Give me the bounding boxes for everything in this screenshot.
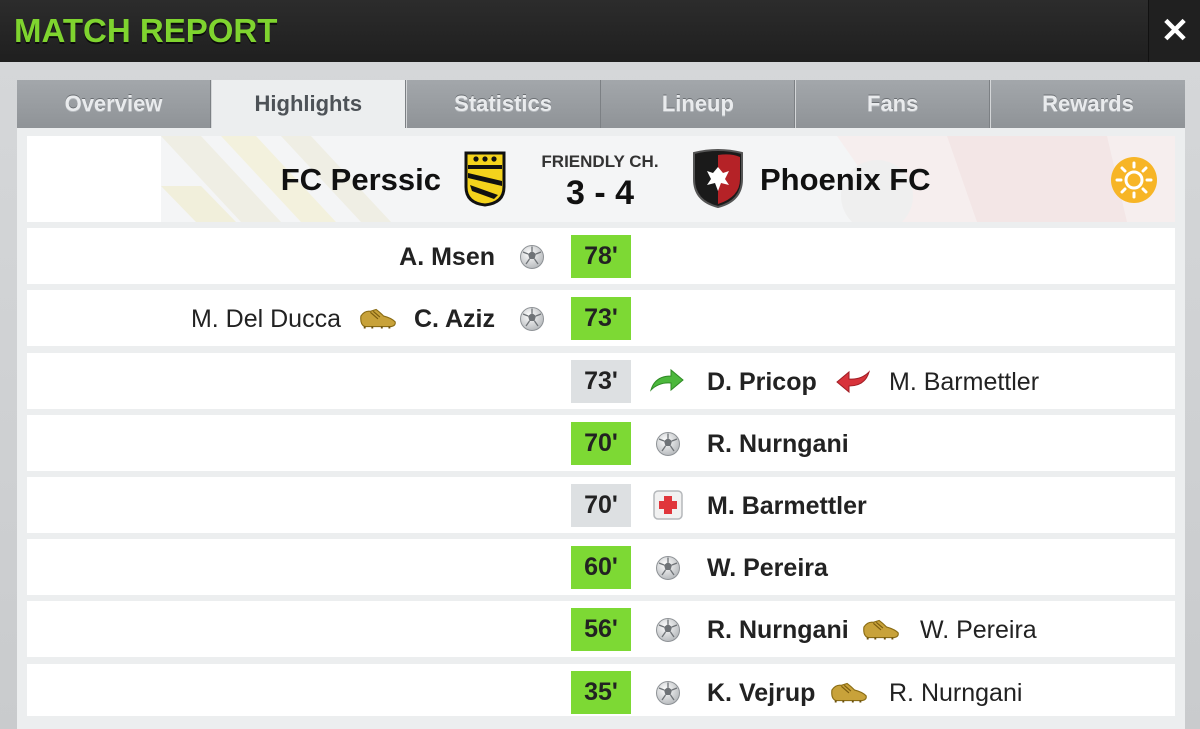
assist-player: M. Del Ducca <box>190 305 341 333</box>
title-bar: MATCH REPORT ✕ <box>0 0 1200 62</box>
injury-icon <box>653 490 683 520</box>
assist-player: R. Nurngani <box>889 679 1023 707</box>
page-title: MATCH REPORT <box>14 12 278 49</box>
injured-player: M. Barmettler <box>707 492 867 520</box>
event-minute: 35' <box>571 671 631 714</box>
home-team-logo <box>464 151 506 207</box>
event-row: 73' D. Pricop M. Barmettler <box>27 353 1175 409</box>
player-in: D. Pricop <box>707 368 817 396</box>
event-row: 56' R. Nurngani W. Pereira <box>27 601 1175 657</box>
ball-icon <box>655 555 681 581</box>
tab-lineup[interactable]: Lineup <box>601 80 796 128</box>
goal-scorer: R. Nurngani <box>707 430 849 458</box>
goal-scorer: C. Aziz <box>413 305 495 333</box>
tab-overview[interactable]: Overview <box>17 80 211 128</box>
boot-icon <box>830 680 868 704</box>
event-minute: 78' <box>571 235 631 278</box>
match-score: 3 - 4 <box>565 174 635 212</box>
event-row: 60' W. Pereira <box>27 539 1175 595</box>
close-button[interactable]: ✕ <box>1148 0 1200 62</box>
ball-icon <box>519 244 545 270</box>
goal-scorer: K. Vejrup <box>707 679 816 707</box>
assist-player: W. Pereira <box>920 616 1037 644</box>
ball-icon <box>655 680 681 706</box>
boot-icon <box>359 306 397 330</box>
sun-icon[interactable] <box>1110 156 1158 204</box>
goal-scorer: A. Msen <box>399 243 495 271</box>
competition-label: FRIENDLY CH. <box>541 152 659 171</box>
away-team-logo <box>693 149 743 209</box>
event-minute: 70' <box>571 484 631 527</box>
event-minute: 56' <box>571 608 631 651</box>
event-minute: 73' <box>571 360 631 403</box>
event-row: 70' R. Nurngani <box>27 415 1175 471</box>
away-team-name: Phoenix FC <box>760 162 931 197</box>
event-minute: 70' <box>571 422 631 465</box>
substitution-in-icon <box>649 368 684 392</box>
tab-statistics[interactable]: Statistics <box>406 80 601 128</box>
tab-rewards[interactable]: Rewards <box>990 80 1185 128</box>
event-row: 35' K. Vejrup R. Nurngani <box>27 664 1175 716</box>
goal-scorer: R. Nurngani <box>707 616 849 644</box>
event-row: 70' M. Barmettler <box>27 477 1175 533</box>
boot-icon <box>862 617 900 641</box>
event-minute: 73' <box>571 297 631 340</box>
ball-icon <box>655 431 681 457</box>
home-team-name: FC Perssic <box>280 162 441 197</box>
event-minute: 60' <box>571 546 631 589</box>
ball-icon <box>655 617 681 643</box>
ball-icon <box>519 306 545 332</box>
substitution-out-icon <box>836 370 871 394</box>
tab-highlights[interactable]: Highlights <box>211 80 406 128</box>
header-blank-area <box>27 136 161 222</box>
tab-bar: Overview Highlights Statistics Lineup Fa… <box>17 80 1185 128</box>
tab-fans[interactable]: Fans <box>796 80 991 128</box>
event-row: M. Del Ducca C. Aziz 73' <box>27 290 1175 346</box>
event-row: A. Msen 78' <box>27 228 1175 284</box>
close-icon: ✕ <box>1160 12 1190 50</box>
goal-scorer: W. Pereira <box>707 554 828 582</box>
player-out: M. Barmettler <box>889 368 1040 396</box>
match-header: FC Perssic FRIENDLY CH. 3 - 4 Phoenix FC <box>27 136 1175 222</box>
